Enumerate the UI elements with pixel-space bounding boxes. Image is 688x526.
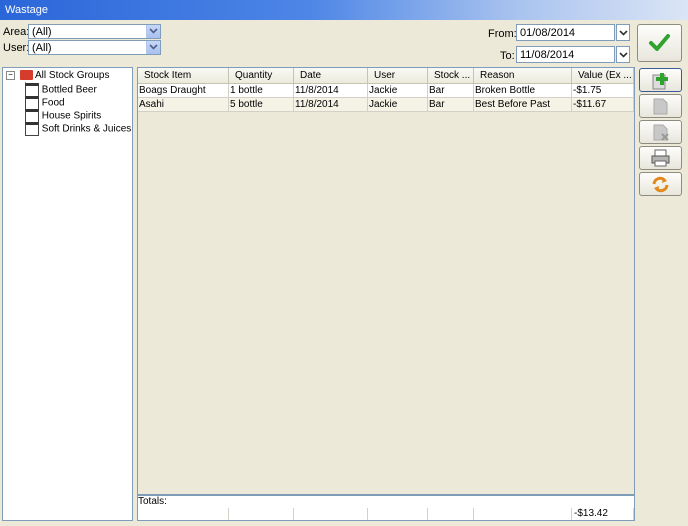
tree-item[interactable]: Food <box>25 96 65 110</box>
print-icon <box>651 149 670 167</box>
to-label: To: <box>500 50 515 62</box>
totals-cell <box>229 508 294 520</box>
table-cell: 11/8/2014 <box>294 98 368 112</box>
chevron-down-icon[interactable] <box>146 25 160 38</box>
table-cell: Bar <box>428 98 474 112</box>
to-date-field[interactable]: 11/08/2014 <box>516 46 630 63</box>
collapse-icon[interactable]: − <box>6 70 15 80</box>
wastage-table[interactable]: Stock Item Quantity Date User Stock ... … <box>137 67 635 495</box>
tree-root[interactable]: − All Stock Groups <box>6 70 110 81</box>
column-header[interactable]: User <box>368 68 428 84</box>
window-title: Wastage <box>5 4 49 16</box>
user-value: (All) <box>32 42 52 54</box>
totals-label: Totals: <box>138 496 167 507</box>
totals-cell <box>294 508 368 520</box>
delete-icon <box>653 124 669 141</box>
totals-bar: Totals: -$13.42 <box>137 495 635 521</box>
refresh-button[interactable] <box>639 172 682 196</box>
list-icon <box>25 109 39 123</box>
table-row[interactable]: Boags Draught 1 bottle 11/8/2014 Jackie … <box>138 84 634 98</box>
from-date-value: 01/08/2014 <box>520 27 576 39</box>
user-label: User: <box>3 42 30 54</box>
edit-button[interactable] <box>639 94 682 118</box>
print-button[interactable] <box>639 146 682 170</box>
tree-item-label: Food <box>41 97 65 109</box>
add-button[interactable] <box>639 68 682 92</box>
column-header[interactable]: Stock ... <box>428 68 474 84</box>
tree-item-label: House Spirits <box>41 110 102 122</box>
column-header[interactable]: Date <box>294 68 368 84</box>
table-cell: Best Before Past <box>474 98 572 112</box>
area-label: Area: <box>3 26 30 38</box>
column-header[interactable]: Value (Ex ... <box>572 68 634 84</box>
column-header[interactable]: Stock Item <box>138 68 229 84</box>
table-cell: 1 bottle <box>229 84 294 98</box>
tree-item[interactable]: Bottled Beer <box>25 83 97 97</box>
chevron-down-icon[interactable] <box>146 41 160 54</box>
totals-cell <box>368 508 428 520</box>
totals-cell <box>138 508 229 520</box>
delete-button[interactable] <box>639 120 682 144</box>
tree-item[interactable]: House Spirits <box>25 109 101 123</box>
tree-item-label: Bottled Beer <box>41 84 97 96</box>
window-titlebar: Wastage <box>0 0 688 20</box>
edit-icon <box>653 98 668 115</box>
ok-button[interactable] <box>637 24 682 62</box>
table-cell: -$11.67 <box>572 98 634 112</box>
from-label: From: <box>488 28 517 40</box>
list-icon <box>25 122 39 136</box>
to-date-value: 11/08/2014 <box>520 49 575 61</box>
tree-root-label: All Stock Groups <box>35 70 110 81</box>
table-row[interactable]: Asahi 5 bottle 11/8/2014 Jackie Bar Best… <box>138 98 634 112</box>
table-cell: -$1.75 <box>572 84 634 98</box>
add-icon <box>652 73 668 90</box>
table-cell: Jackie <box>368 84 428 98</box>
tree-item[interactable]: Soft Drinks & Juices <box>25 122 131 136</box>
tree-item-label: Soft Drinks & Juices <box>41 123 132 135</box>
chevron-down-icon[interactable] <box>616 24 630 41</box>
total-value: -$13.42 <box>572 508 634 520</box>
area-select[interactable]: (All) <box>28 24 161 39</box>
table-cell: 5 bottle <box>229 98 294 112</box>
from-date-field[interactable]: 01/08/2014 <box>516 24 630 41</box>
stock-group-tree[interactable]: − All Stock Groups Bottled Beer Food Hou… <box>2 67 133 521</box>
refresh-icon <box>652 176 669 193</box>
table-cell: 11/8/2014 <box>294 84 368 98</box>
table-cell: Boags Draught <box>138 84 229 98</box>
table-cell: Broken Bottle <box>474 84 572 98</box>
list-icon <box>25 83 39 97</box>
column-header[interactable]: Reason <box>474 68 572 84</box>
checkmark-icon <box>649 34 670 51</box>
list-icon <box>25 96 39 110</box>
table-cell: Jackie <box>368 98 428 112</box>
totals-cell <box>474 508 572 520</box>
folder-icon <box>19 70 33 81</box>
area-value: (All) <box>32 26 52 38</box>
table-cell: Bar <box>428 84 474 98</box>
table-cell: Asahi <box>138 98 229 112</box>
totals-cell <box>428 508 474 520</box>
column-header[interactable]: Quantity <box>229 68 294 84</box>
user-select[interactable]: (All) <box>28 40 161 55</box>
chevron-down-icon[interactable] <box>616 46 630 63</box>
